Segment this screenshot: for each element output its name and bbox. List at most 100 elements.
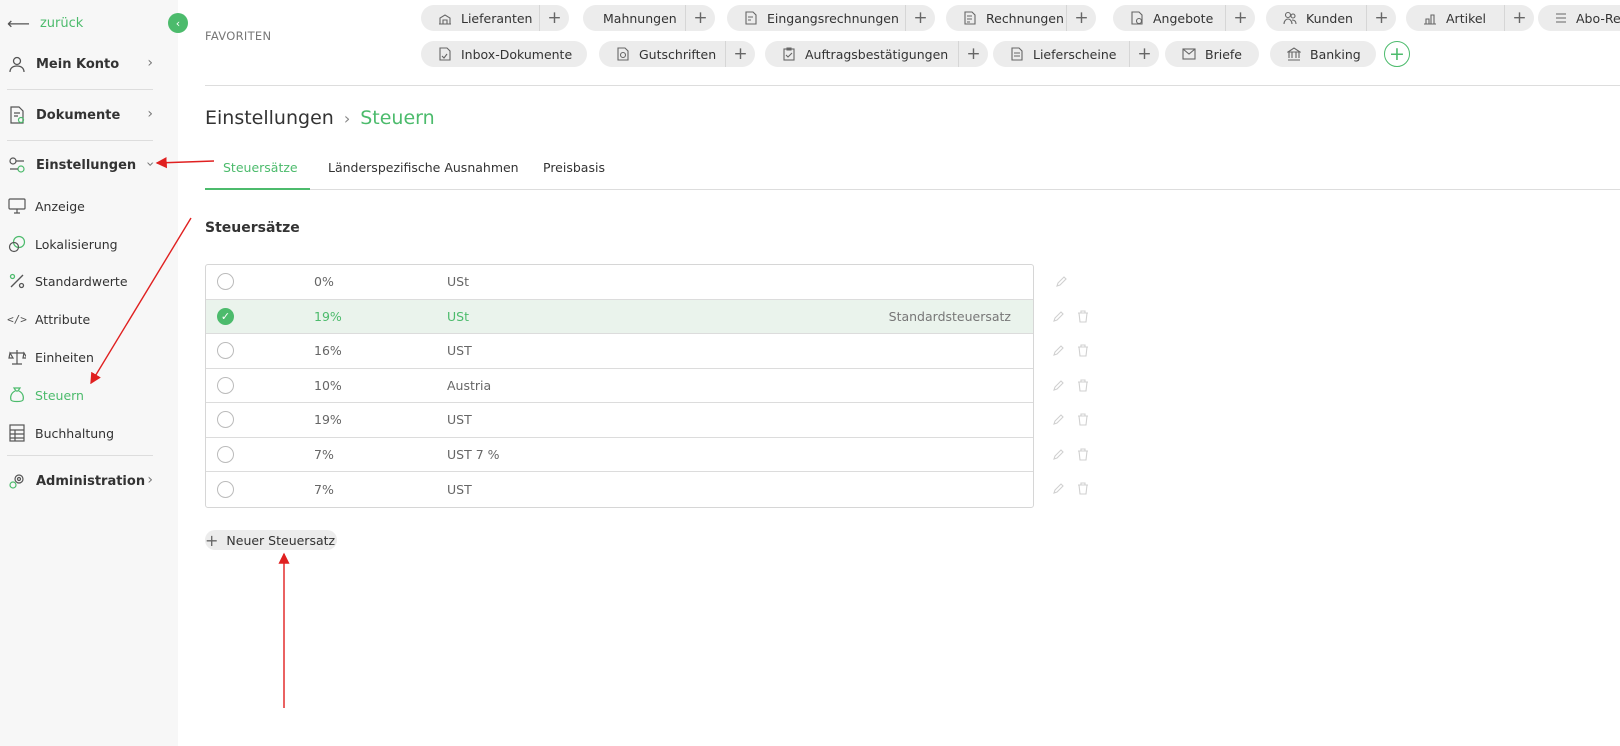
fav-chip-artikel[interactable]: Artikel +	[1406, 5, 1534, 31]
incoming-invoice-icon	[743, 10, 759, 26]
plus-icon[interactable]: +	[1225, 5, 1255, 31]
fav-chip-gutschriften[interactable]: Gutschriften +	[599, 41, 755, 67]
tax-rate: 7%	[314, 481, 334, 497]
table-row[interactable]: 19% UST	[206, 403, 1033, 438]
sidebar-item-steuern[interactable]: Steuern	[7, 384, 153, 406]
row-actions	[1053, 264, 1093, 299]
sidebar-item-buchhaltung[interactable]: Buchhaltung	[7, 422, 153, 444]
sidebar-item-lokalisierung[interactable]: Lokalisierung	[7, 233, 153, 255]
fav-chip-inbox-dokumente[interactable]: Inbox-Dokumente	[421, 41, 587, 67]
fav-label: Eingangsrechnungen	[767, 10, 899, 26]
tax-name: USt	[447, 274, 469, 290]
fav-chip-rechnungen[interactable]: Rechnungen +	[946, 5, 1096, 31]
fav-chip-banking[interactable]: Banking	[1270, 41, 1376, 67]
sidebar-item-anzeige[interactable]: Anzeige	[7, 195, 153, 217]
trash-icon[interactable]	[1077, 479, 1089, 497]
fav-chip-angebote[interactable]: Angebote +	[1113, 5, 1255, 31]
plus-icon[interactable]: +	[905, 5, 935, 31]
edit-icon[interactable]	[1053, 376, 1065, 394]
sidebar-item-standardwerte[interactable]: Standardwerte	[7, 270, 153, 292]
fav-chip-briefe[interactable]: Briefe	[1165, 41, 1259, 67]
breadcrumb-current: Steuern	[360, 107, 435, 129]
chevron-right-icon: ›	[343, 108, 351, 128]
trash-icon[interactable]	[1077, 376, 1089, 394]
plus-icon[interactable]: +	[1129, 41, 1159, 67]
user-icon	[7, 54, 27, 74]
chevron-right-icon: ›	[147, 472, 153, 488]
nav-sub-label: Steuern	[35, 387, 84, 403]
fav-chip-abo[interactable]: Abo-Re	[1538, 5, 1620, 31]
tax-name: UST	[447, 481, 472, 497]
table-row[interactable]: 10% Austria	[206, 369, 1033, 403]
add-favorite-button[interactable]: +	[1384, 41, 1410, 67]
edit-icon[interactable]	[1053, 410, 1065, 428]
fav-chip-kunden[interactable]: Kunden +	[1266, 5, 1396, 31]
table-row[interactable]: 7% UST 7 %	[206, 438, 1033, 472]
nav-label: Mein Konto	[36, 56, 120, 72]
favorites-label: FAVORITEN	[205, 29, 272, 43]
trash-icon[interactable]	[1077, 341, 1089, 359]
radio-button[interactable]	[217, 376, 234, 394]
tax-rate: 19%	[314, 308, 342, 324]
plus-icon[interactable]: +	[1066, 5, 1096, 31]
table-row[interactable]: ✓ 19% USt Standardsteuersatz	[206, 299, 1033, 334]
tab-laenderspezifische-ausnahmen[interactable]: Länderspezifische Ausnahmen	[328, 160, 519, 175]
document-icon	[7, 105, 27, 125]
fav-chip-mahnungen[interactable]: Mahnungen +	[583, 5, 715, 31]
tab-preisbasis[interactable]: Preisbasis	[543, 160, 605, 175]
nav-dokumente[interactable]: Dokumente ›	[7, 103, 153, 127]
plus-icon[interactable]: +	[685, 5, 715, 31]
fav-chip-auftragsbestaetigungen[interactable]: Auftragsbestätigungen +	[765, 41, 988, 67]
back-label: zurück	[39, 16, 84, 31]
fav-label: Auftragsbestätigungen	[805, 46, 949, 62]
sidebar-item-attribute[interactable]: </> Attribute	[7, 308, 153, 330]
edit-icon[interactable]	[1053, 445, 1065, 463]
table-row[interactable]: 7% UST	[206, 472, 1033, 507]
divider	[7, 455, 153, 456]
fav-label: Gutschriften	[639, 46, 717, 62]
edit-icon[interactable]	[1053, 272, 1071, 290]
fav-label: Mahnungen	[603, 10, 677, 26]
sidebar-collapse-button[interactable]: ‹	[168, 13, 188, 33]
edit-icon[interactable]	[1053, 341, 1065, 359]
nav-sub-label: Anzeige	[35, 198, 85, 214]
trash-icon[interactable]	[1077, 410, 1089, 428]
article-icon	[1422, 10, 1438, 26]
fav-chip-eingangsrechnungen[interactable]: Eingangsrechnungen +	[727, 5, 935, 31]
table-row[interactable]: 0% USt	[206, 265, 1033, 300]
radio-button[interactable]	[217, 273, 234, 291]
table-row[interactable]: 16% UST	[206, 334, 1033, 369]
back-link[interactable]: ⟵ zurück	[7, 14, 83, 33]
fav-chip-lieferanten[interactable]: Lieferanten +	[421, 5, 569, 31]
radio-button[interactable]	[217, 411, 234, 429]
sidebar-item-einheiten[interactable]: Einheiten	[7, 346, 153, 368]
nav-einstellungen[interactable]: Einstellungen ›	[7, 153, 158, 177]
fav-label: Abo-Re	[1576, 10, 1620, 26]
fav-chip-lieferscheine[interactable]: Lieferscheine +	[993, 41, 1159, 67]
edit-icon[interactable]	[1053, 307, 1065, 325]
plus-icon[interactable]: +	[958, 41, 988, 67]
radio-button[interactable]	[217, 342, 234, 360]
nav-sub-label: Buchhaltung	[35, 425, 115, 441]
nav-administration[interactable]: Administration ›	[7, 469, 153, 493]
tax-name: UST 7 %	[447, 446, 500, 462]
fav-label: Artikel	[1446, 10, 1487, 26]
radio-button-checked[interactable]: ✓	[217, 307, 234, 325]
plus-icon[interactable]: +	[1504, 5, 1534, 31]
trash-icon[interactable]	[1077, 445, 1089, 463]
nav-mein-konto[interactable]: Mein Konto ›	[7, 52, 153, 76]
fav-label: Lieferanten	[461, 10, 533, 26]
percent-icon	[7, 271, 27, 291]
plus-icon[interactable]: +	[1366, 5, 1396, 31]
admin-gear-icon	[7, 471, 27, 491]
edit-icon[interactable]	[1053, 479, 1065, 497]
radio-button[interactable]	[217, 480, 234, 498]
plus-icon[interactable]: +	[539, 5, 569, 31]
plus-icon[interactable]: +	[725, 41, 755, 67]
breadcrumb-root[interactable]: Einstellungen	[205, 107, 334, 129]
tab-steuersaetze[interactable]: Steuersätze	[223, 160, 298, 175]
new-tax-rate-button[interactable]: + Neuer Steuersatz	[205, 530, 338, 550]
radio-button[interactable]	[217, 445, 234, 463]
trash-icon[interactable]	[1077, 307, 1089, 325]
fav-label: Kunden	[1306, 10, 1353, 26]
